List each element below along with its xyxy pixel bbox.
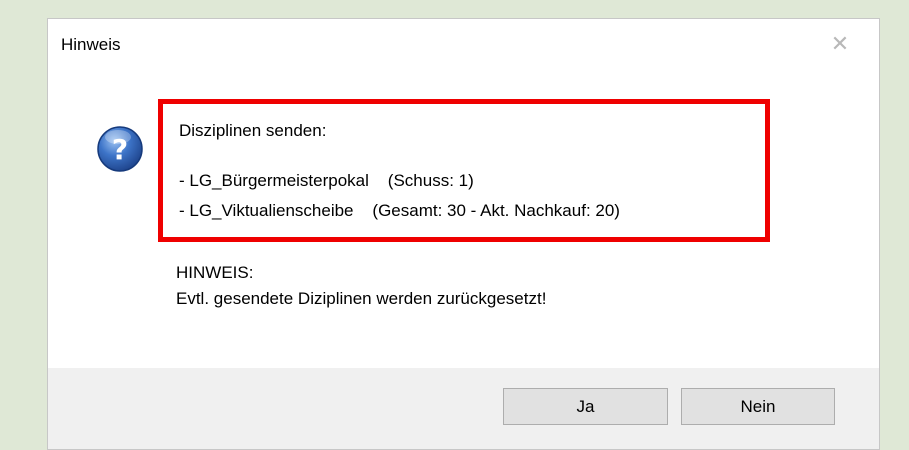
note-text: Evtl. gesendete Diziplinen werden zurück…	[176, 289, 547, 308]
svg-text:?: ?	[112, 133, 128, 166]
close-icon[interactable]: ✕	[829, 33, 851, 55]
message-dialog: Hinweis ✕ ? Disziplinen senden: - LG_Bür…	[47, 18, 880, 450]
discipline-line-1: - LG_Bürgermeisterpokal (Schuss: 1)	[179, 171, 474, 190]
note-heading: HINWEIS:	[176, 263, 254, 282]
yes-button[interactable]: Ja	[503, 388, 668, 425]
no-button[interactable]: Nein	[681, 388, 835, 425]
dialog-title: Hinweis	[61, 35, 121, 54]
discipline-line-2: - LG_Viktualienscheibe (Gesamt: 30 - Akt…	[179, 201, 620, 220]
question-icon: ?	[97, 126, 143, 172]
button-bar: Ja Nein	[48, 368, 879, 449]
message-heading: Disziplinen senden:	[179, 121, 327, 140]
